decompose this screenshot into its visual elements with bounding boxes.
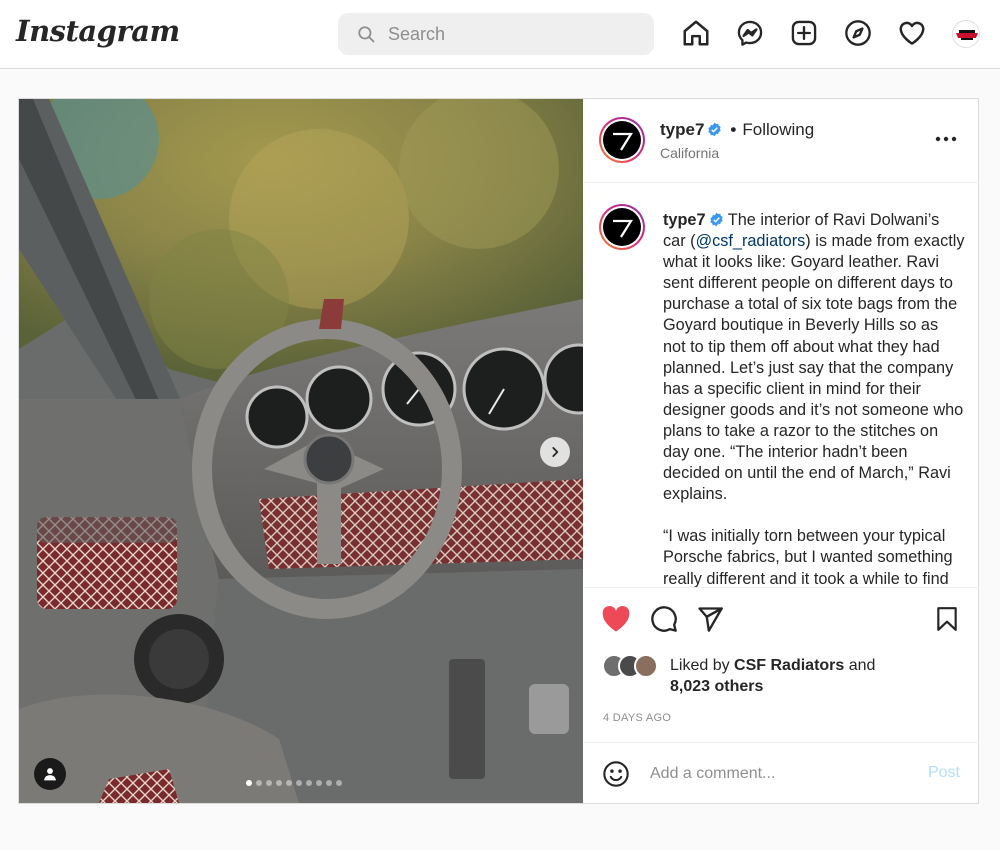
activity-heart-icon[interactable]	[896, 17, 928, 49]
carousel-dot	[296, 780, 302, 786]
carousel-dot	[336, 780, 342, 786]
caption-paragraph-1: type7 The interior of Ravi Dolwani’s car…	[663, 210, 965, 505]
user-icon	[44, 768, 56, 781]
liked-by-text: Liked by CSF Radiators and 8,023 others	[670, 655, 910, 697]
tagged-users-button[interactable]	[34, 758, 66, 790]
comment-button[interactable]	[649, 604, 679, 634]
carousel-dot	[316, 780, 322, 786]
carousel-dot	[246, 780, 252, 786]
liker-avatar[interactable]	[634, 654, 658, 678]
author-line: type7 • Following	[660, 120, 814, 140]
carousel-indicator	[246, 780, 342, 786]
following-status[interactable]: Following	[742, 120, 814, 139]
post-timestamp[interactable]: 4 DAYS AGO	[603, 712, 671, 724]
caption-text-after-mention: ) is made from exactly what it looks lik…	[663, 232, 965, 504]
chevron-right-icon	[552, 447, 559, 457]
share-button[interactable]	[695, 604, 725, 634]
likes-count[interactable]: 8,023 others	[670, 678, 763, 695]
car-interior-photo	[19, 99, 583, 803]
post-header: type7 • Following California	[584, 99, 979, 183]
caption-paragraph-2: “I was initially torn between your typic…	[663, 527, 953, 587]
caption-author-avatar[interactable]	[599, 204, 645, 250]
like-button[interactable]	[601, 604, 631, 634]
caption-section: type7 The interior of Ravi Dolwani’s car…	[584, 184, 979, 587]
instagram-logo[interactable]: Instagram	[16, 14, 180, 48]
heart-filled-icon	[602, 605, 630, 632]
post-comment-button[interactable]: Post	[928, 764, 960, 782]
top-navigation-bar: Instagram	[0, 0, 1000, 69]
search-icon	[358, 26, 375, 43]
carousel-dot	[326, 780, 332, 786]
search-input[interactable]	[388, 22, 638, 46]
messenger-icon[interactable]	[734, 17, 766, 49]
verified-badge-icon	[709, 212, 723, 227]
liked-by-user[interactable]: CSF Radiators	[734, 657, 844, 674]
bookmark-icon	[937, 607, 957, 631]
carousel-dot	[256, 780, 262, 786]
more-options-button[interactable]	[935, 129, 957, 147]
more-horizontal-icon	[935, 136, 957, 142]
carousel-dot	[276, 780, 282, 786]
add-comment-bar: Post	[584, 742, 979, 803]
separator-dot: •	[730, 120, 737, 139]
caption-username[interactable]: type7	[663, 211, 706, 229]
liked-by-middle: and	[844, 657, 876, 674]
emoji-button[interactable]	[602, 760, 630, 793]
comment-icon	[651, 606, 677, 632]
next-image-button[interactable]	[540, 437, 570, 467]
post-location[interactable]: California	[660, 145, 719, 161]
post-card: type7 • Following California type7 The int…	[18, 98, 979, 804]
liked-by-prefix: Liked by	[670, 657, 735, 674]
carousel-dot	[266, 780, 272, 786]
mention-link[interactable]: @csf_radiators	[696, 232, 806, 250]
caption-text: type7 The interior of Ravi Dolwani’s car…	[663, 210, 965, 587]
save-button[interactable]	[932, 604, 962, 634]
liker-avatars[interactable]	[602, 654, 662, 678]
home-icon[interactable]	[680, 17, 712, 49]
search-box[interactable]	[338, 13, 654, 55]
type7-logo-icon	[613, 132, 633, 151]
profile-avatar[interactable]	[952, 20, 980, 48]
post-actions: Liked by CSF Radiators and 8,023 others 4…	[584, 587, 979, 842]
verified-badge-icon	[708, 122, 722, 137]
author-avatar[interactable]	[599, 117, 645, 163]
post-sidebar: type7 • Following California type7 The int…	[584, 99, 979, 803]
type7-logo-icon	[613, 219, 633, 238]
carousel-dot	[306, 780, 312, 786]
carousel-dot	[286, 780, 292, 786]
explore-icon[interactable]	[842, 17, 874, 49]
new-post-icon[interactable]	[788, 17, 820, 49]
author-username[interactable]: type7	[660, 120, 704, 139]
send-icon	[698, 607, 723, 632]
emoji-smile-icon	[603, 761, 629, 787]
comment-input[interactable]	[650, 762, 910, 786]
post-image[interactable]	[19, 99, 583, 803]
